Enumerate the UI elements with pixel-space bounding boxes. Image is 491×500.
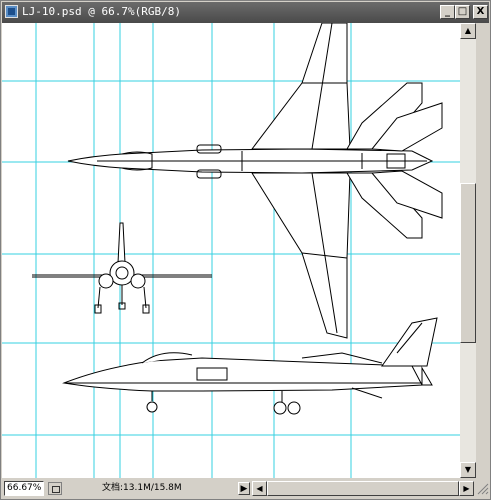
resize-grip-icon[interactable]: [476, 481, 489, 496]
photoshop-document-icon: [5, 5, 18, 18]
document-window: LJ-10.psd @ 66.7%(RGB/8) _ □ X ▲ ▼ 66.67…: [0, 0, 491, 500]
vertical-scroll-thumb[interactable]: [460, 183, 476, 343]
horizontal-scroll-thumb[interactable]: [267, 481, 459, 496]
scroll-down-button[interactable]: ▼: [460, 462, 476, 478]
document-status-icon[interactable]: [48, 482, 62, 495]
horizontal-scrollbar[interactable]: ◀ ▶: [252, 481, 474, 496]
title-bar[interactable]: LJ-10.psd @ 66.7%(RGB/8) _ □ X: [2, 2, 489, 23]
vertical-scrollbar[interactable]: ▲ ▼: [460, 23, 476, 478]
window-right-edge: [476, 23, 490, 478]
status-bar: 66.67% 文档:13.1M/15.8M ▶ ◀ ▶: [2, 478, 489, 499]
guide-lines: [2, 23, 460, 478]
scroll-up-button[interactable]: ▲: [460, 23, 476, 39]
window-title: LJ-10.psd @ 66.7%(RGB/8): [22, 5, 181, 18]
zoom-level-field[interactable]: 66.67%: [4, 481, 44, 496]
aircraft-three-view-drawing: [2, 23, 460, 478]
document-canvas[interactable]: [2, 23, 460, 478]
document-size-info: 文档:13.1M/15.8M: [102, 483, 182, 493]
close-button[interactable]: X: [473, 5, 488, 19]
status-menu-arrow[interactable]: ▶: [238, 482, 250, 495]
scroll-right-button[interactable]: ▶: [459, 481, 474, 496]
minimize-button[interactable]: _: [440, 5, 455, 19]
scroll-left-button[interactable]: ◀: [252, 481, 267, 496]
aircraft-front-view: [32, 222, 212, 314]
aircraft-top-view: [67, 23, 443, 339]
maximize-button[interactable]: □: [455, 5, 470, 19]
